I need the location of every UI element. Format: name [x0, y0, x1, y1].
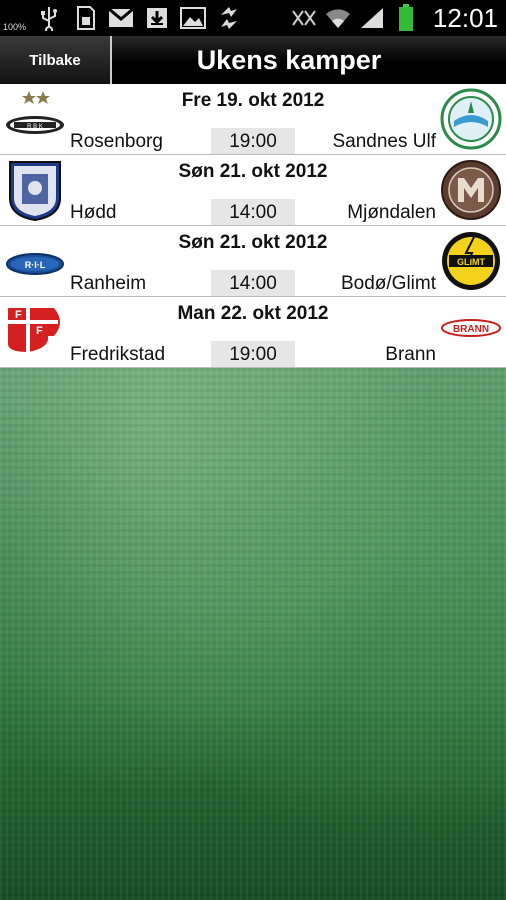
battery-icon [393, 4, 419, 31]
usb-icon [36, 5, 62, 31]
match-date: Man 22. okt 2012 [177, 303, 329, 324]
svg-text:GLIMT: GLIMT [457, 257, 485, 267]
signal-icon [359, 5, 385, 31]
wifi-icon [325, 5, 351, 31]
svg-text:F: F [36, 325, 43, 337]
home-team: Hødd [70, 202, 117, 223]
brann-logo: BRANN [441, 319, 501, 337]
app-header: Tilbake Ukens kamper [0, 36, 506, 84]
match-time: 19:00 [211, 341, 295, 367]
svg-text:R·I·L: R·I·L [25, 260, 46, 270]
battery-percent: 100% [3, 22, 27, 32]
match-date: Søn 21. okt 2012 [178, 161, 328, 182]
back-button[interactable]: Tilbake [0, 36, 112, 84]
sandnes-ulf-logo [440, 88, 502, 150]
gallery-icon [180, 5, 206, 31]
sd-card-icon [72, 5, 98, 31]
away-team: Sandnes Ulf [332, 131, 436, 152]
match-row[interactable]: F F Man 22. okt 2012 Fredrikstad 19:00 B… [0, 297, 506, 368]
mjondalen-logo [441, 160, 501, 220]
home-team: Rosenborg [70, 131, 163, 152]
match-time: 14:00 [211, 199, 295, 225]
match-row[interactable]: R B K Fre 19. okt 2012 Rosenborg 19:00 S… [0, 84, 506, 155]
away-team: Bodø/Glimt [340, 273, 436, 294]
sync-icon [216, 5, 242, 31]
match-row[interactable]: R·I·L Søn 21. okt 2012 Ranheim 14:00 Bod… [0, 226, 506, 297]
svg-text:BRANN: BRANN [453, 324, 489, 335]
mute-icon [291, 5, 317, 31]
match-row[interactable]: Søn 21. okt 2012 Hødd 14:00 Mjøndalen [0, 155, 506, 226]
download-icon [144, 5, 170, 31]
grass-background [0, 368, 506, 900]
away-team: Mjøndalen [347, 202, 436, 223]
page-title: Ukens kamper [196, 44, 382, 75]
match-time: 19:00 [211, 128, 295, 154]
home-team: Fredrikstad [70, 344, 166, 365]
match-list: R B K Fre 19. okt 2012 Rosenborg 19:00 S… [0, 84, 506, 368]
match-date: Fre 19. okt 2012 [181, 90, 325, 111]
home-team: Ranheim [70, 273, 147, 294]
match-date: Søn 21. okt 2012 [178, 232, 328, 253]
clock: 12:01 [432, 2, 498, 33]
status-bar: 100% 12:01 [0, 0, 506, 36]
gmail-icon [108, 5, 134, 31]
bodo-glimt-logo: GLIMT [442, 232, 500, 290]
svg-text:R B K: R B K [27, 124, 43, 130]
match-time: 14:00 [211, 270, 295, 296]
away-team: Brann [385, 344, 436, 365]
